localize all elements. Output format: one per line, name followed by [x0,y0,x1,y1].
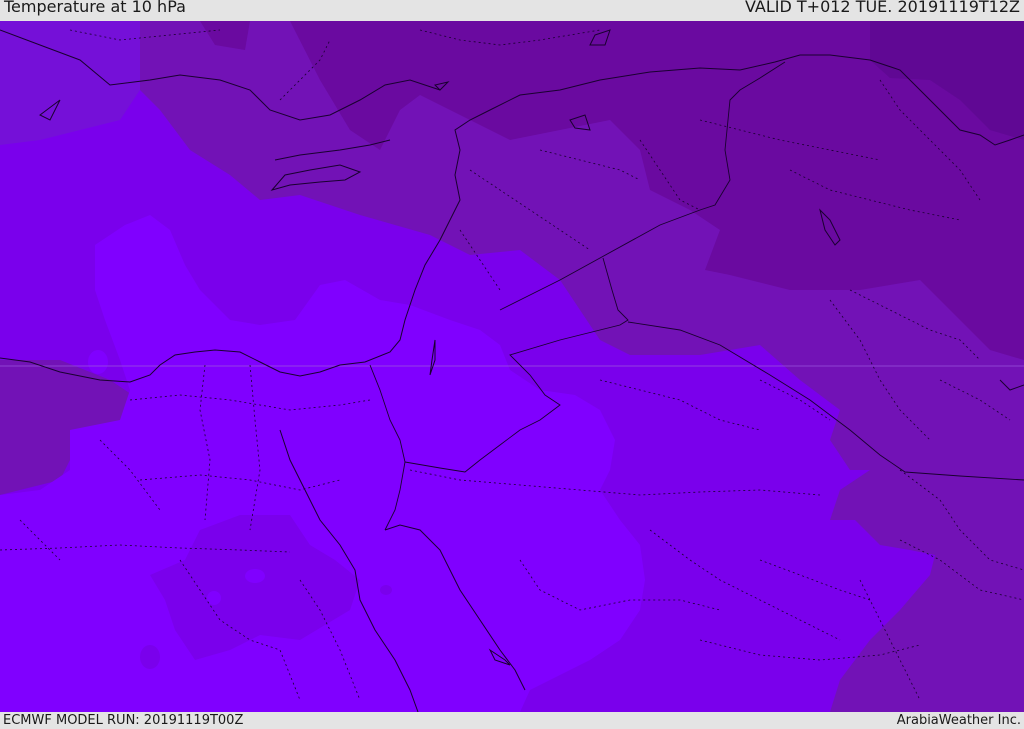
header-bar: Temperature at 10 hPa VALID T+012 TUE. 2… [0,0,1024,21]
contour-pocket-small-3 [380,585,392,595]
footer-bar: ECMWF MODEL RUN: 20191119T00Z ArabiaWeat… [0,712,1024,729]
credit-text: ArabiaWeather Inc. [896,713,1021,728]
contour-pocket-small-4 [140,645,160,669]
contour-pocket-small-2 [207,591,221,605]
map-canvas [0,21,1024,712]
valid-time: VALID T+012 TUE. 20191119T12Z [744,0,1020,16]
contour-pocket-small-5 [88,350,108,374]
map-title: Temperature at 10 hPa [4,0,186,16]
temperature-map [0,21,1024,712]
model-run: ECMWF MODEL RUN: 20191119T00Z [3,713,244,728]
contour-pocket-small-1 [245,569,265,583]
